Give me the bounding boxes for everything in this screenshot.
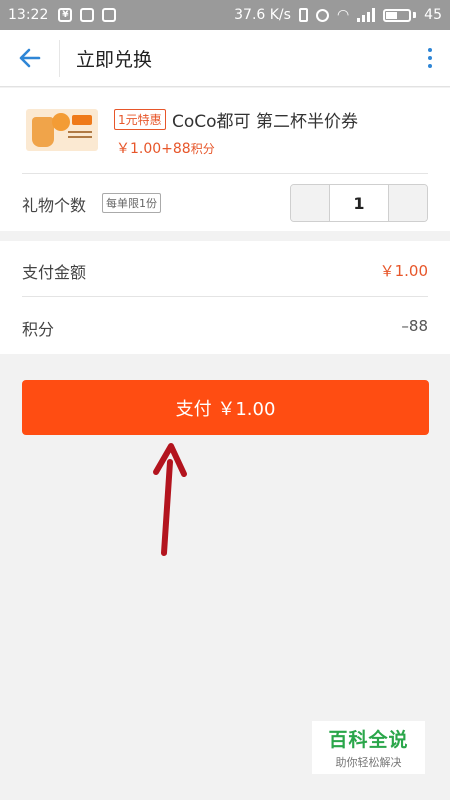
quantity-stepper: 1 bbox=[290, 184, 428, 222]
top-bar: 立即兑换 bbox=[0, 30, 450, 87]
back-button[interactable] bbox=[0, 39, 60, 77]
decrease-button[interactable] bbox=[291, 185, 329, 221]
points-label: 积分 bbox=[22, 320, 55, 339]
battery-level: 45 bbox=[424, 7, 442, 23]
watermark-subtitle: 助你轻松解决 bbox=[335, 756, 402, 769]
quantity-row: 礼物个数 每单限1份 1 bbox=[22, 174, 428, 231]
battery-icon bbox=[383, 8, 417, 22]
bag-notification-icon bbox=[80, 8, 95, 22]
product-name: CoCo都可 第二杯半价券 bbox=[172, 112, 358, 132]
amount-label: 支付金额 bbox=[22, 263, 87, 282]
signal-icon bbox=[357, 8, 376, 22]
quantity-limit-tag: 每单限1份 bbox=[102, 193, 161, 213]
points-unit: 积分 bbox=[190, 142, 215, 156]
increase-button[interactable] bbox=[389, 185, 427, 221]
status-time: 13:22 bbox=[8, 7, 49, 23]
amount-row: 支付金额 ￥1.00 bbox=[22, 241, 428, 297]
image-notification-icon bbox=[102, 8, 117, 22]
more-menu-button[interactable] bbox=[410, 48, 450, 68]
wifi-icon: ◠ bbox=[336, 7, 350, 23]
network-speed: 37.6 K/s bbox=[234, 7, 291, 23]
quantity-value[interactable]: 1 bbox=[329, 185, 389, 221]
more-vertical-icon bbox=[428, 48, 432, 52]
product-price: ￥1.00+88积分 bbox=[116, 138, 215, 158]
status-bar: 13:22 ¥ 37.6 K/s ◠ 45 bbox=[0, 0, 450, 30]
price-text: ￥1.00+88 bbox=[116, 141, 191, 157]
watermark-title: 百科全说 bbox=[328, 729, 409, 751]
payment-summary: 支付金额 ￥1.00 积分 –88 bbox=[0, 241, 450, 354]
watermark: 百科全说 助你轻松解决 bbox=[312, 721, 425, 774]
product-row[interactable]: 1元特惠 CoCo都可 第二杯半价券 ￥1.00+88积分 bbox=[22, 88, 428, 174]
points-value: –88 bbox=[401, 317, 428, 335]
alarm-icon bbox=[315, 8, 329, 22]
product-thumbnail bbox=[26, 109, 98, 151]
quantity-label: 礼物个数 bbox=[22, 196, 87, 215]
vibrate-icon bbox=[298, 8, 308, 22]
pay-button[interactable]: 支付 ￥1.00 bbox=[22, 380, 429, 435]
yen-notification-icon: ¥ bbox=[58, 8, 73, 22]
annotation-arrow-icon bbox=[153, 443, 187, 556]
points-row: 积分 –88 bbox=[22, 298, 428, 354]
amount-value: ￥1.00 bbox=[379, 262, 428, 280]
promo-badge: 1元特惠 bbox=[114, 109, 166, 130]
back-arrow-icon bbox=[19, 48, 40, 68]
order-card: 1元特惠 CoCo都可 第二杯半价券 ￥1.00+88积分 礼物个数 每单限1份… bbox=[0, 88, 450, 231]
page-title: 立即兑换 bbox=[76, 48, 153, 71]
